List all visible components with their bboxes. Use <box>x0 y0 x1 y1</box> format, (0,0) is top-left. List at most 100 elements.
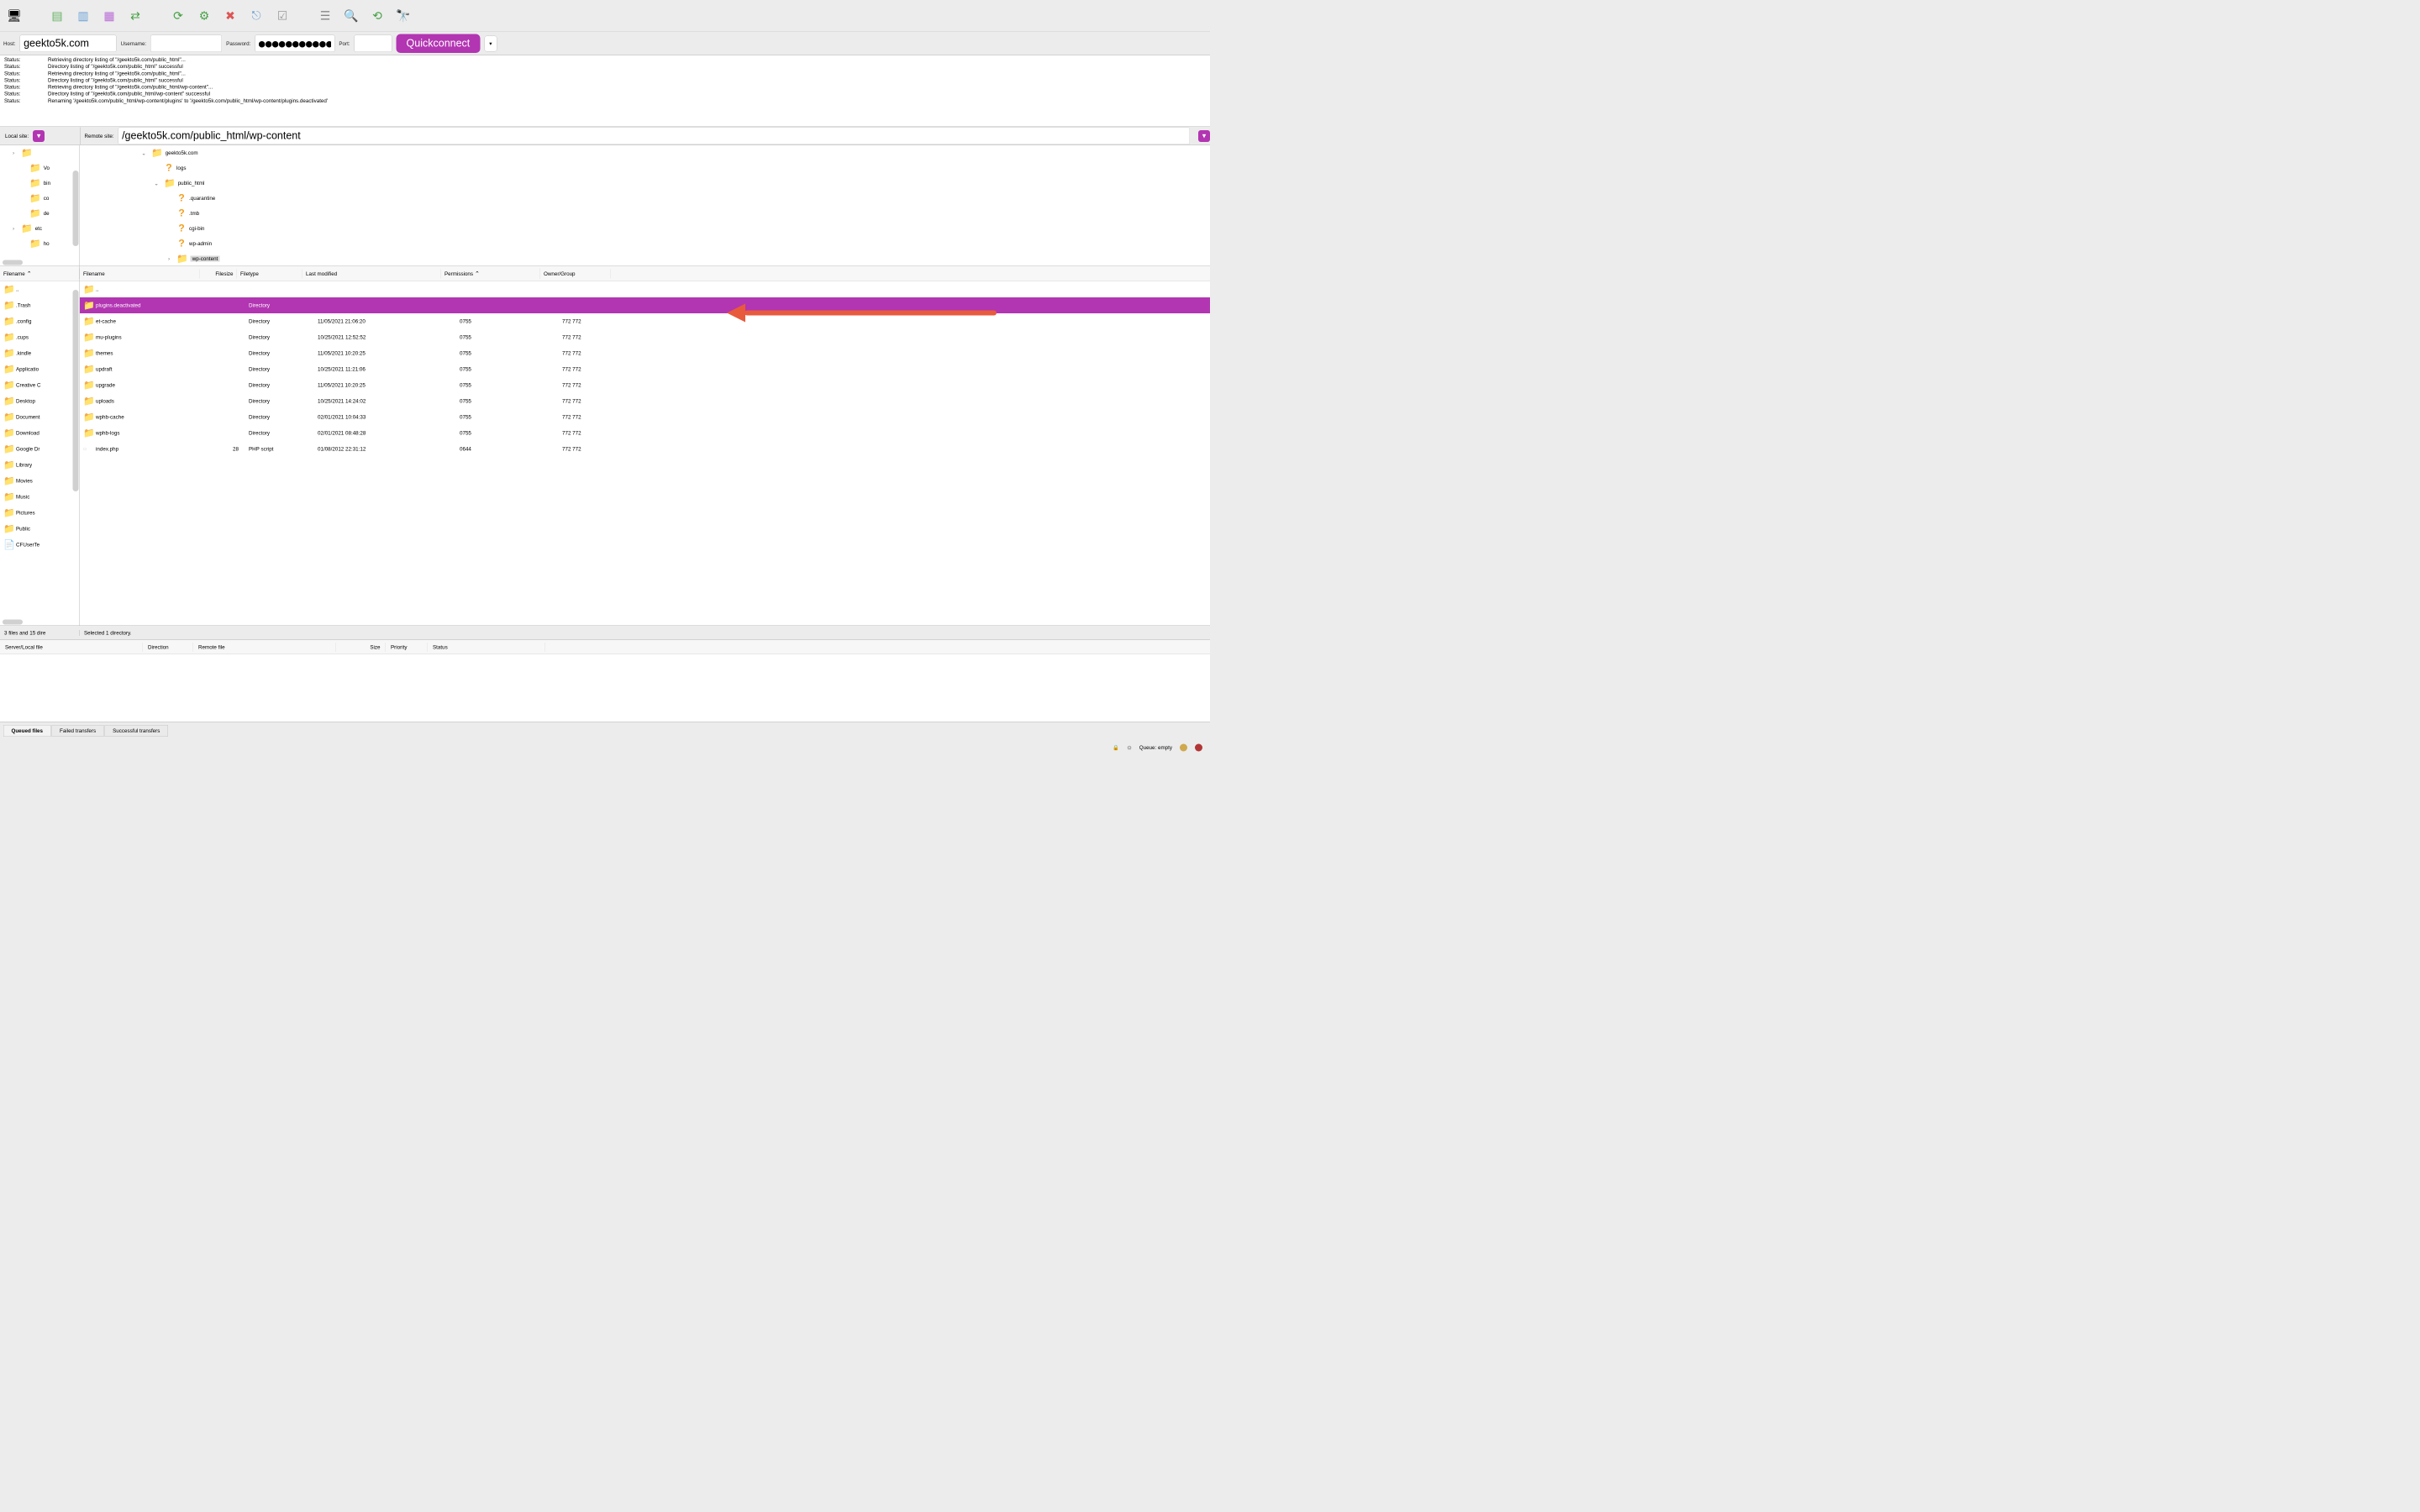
scrollbar-vertical[interactable] <box>73 171 79 246</box>
gear-icon[interactable]: ⚙ <box>1127 744 1132 751</box>
tab-successful-transfers[interactable]: Successful transfers <box>105 725 168 737</box>
list-item[interactable]: 📁Pictures <box>0 505 80 521</box>
table-row[interactable]: 📁themesDirectory11/05/2021 10:20:2507557… <box>80 345 1210 361</box>
scrollbar-horizontal[interactable] <box>3 620 23 625</box>
tree-item[interactable]: ›📁 <box>0 145 80 160</box>
tab-failed-transfers[interactable]: Failed transfers <box>52 725 104 737</box>
quickconnect-button[interactable]: Quickconnect <box>397 34 481 54</box>
tree-item[interactable]: ?wp-admin <box>80 236 1210 251</box>
table-row[interactable]: 📁uploadsDirectory10/25/2021 14:24:020755… <box>80 393 1210 409</box>
log-panel[interactable]: Status:Retrieving directory listing of "… <box>0 55 1210 127</box>
table-row[interactable]: 📁updraftDirectory10/25/2021 11:21:060755… <box>80 361 1210 377</box>
list-item[interactable]: 📁Public <box>0 521 80 537</box>
list-item[interactable]: 📁Creative C <box>0 377 80 393</box>
tree-item[interactable]: ›📁wp-content <box>80 251 1210 266</box>
tree-item[interactable]: 📁bin <box>0 176 80 191</box>
list-item[interactable]: 📄CFUserTe <box>0 537 80 553</box>
toggle-queue-button[interactable]: ▦ <box>100 7 118 25</box>
table-row[interactable]: 📁.. <box>80 281 1210 297</box>
table-row[interactable]: 📁wphb-logsDirectory02/01/2021 08:48:2807… <box>80 425 1210 441</box>
list-item[interactable]: 📁Desktop <box>0 393 80 409</box>
table-row[interactable]: 📁plugins.deactivatedDirectory <box>80 297 1210 313</box>
list-item[interactable]: 📁.config <box>0 313 80 329</box>
table-row[interactable]: 📁wphb-cacheDirectory02/01/2021 10:04:330… <box>80 409 1210 425</box>
list-item[interactable]: 📁Document <box>0 409 80 425</box>
list-item[interactable]: 📁Music <box>0 489 80 505</box>
tree-item[interactable]: ⌄📁public_html <box>80 176 1210 191</box>
tree-item[interactable]: 📁de <box>0 206 80 221</box>
remote-col-owner[interactable]: Owner/Group <box>540 269 611 278</box>
remote-col-filesize[interactable]: Filesize <box>200 269 237 278</box>
table-row[interactable]: 📁upgradeDirectory11/05/2021 10:20:250755… <box>80 377 1210 393</box>
remote-file-list[interactable]: Filename Filesize Filetype Last modified… <box>80 266 1210 626</box>
password-input[interactable] <box>255 35 334 53</box>
local-tree[interactable]: ›📁📁Vo📁bin📁co📁de›📁etc📁ho <box>0 145 80 266</box>
tree-item[interactable]: ?logs <box>80 160 1210 176</box>
queue-col-direction[interactable]: Direction <box>143 643 193 652</box>
list-item[interactable]: 📁.kindle <box>0 345 80 361</box>
server-status-button[interactable]: ☰ <box>316 7 334 25</box>
scrollbar-vertical[interactable] <box>73 290 79 491</box>
remote-path-input[interactable] <box>118 128 1190 145</box>
sync-browse-button[interactable]: ⇄ <box>126 7 145 25</box>
tree-item[interactable]: ⌄📁geekto5k.com <box>80 145 1210 160</box>
tree-item[interactable]: 📁co <box>0 191 80 206</box>
tree-item[interactable]: ?cgi-bin <box>80 221 1210 236</box>
table-row[interactable]: ▫index.php28PHP script01/08/2012 22:31:1… <box>80 441 1210 457</box>
list-item[interactable]: 📁.cups <box>0 329 80 345</box>
compare-button[interactable]: ⟲ <box>368 7 387 25</box>
log-line: Status:Retrieving directory listing of "… <box>4 56 1206 63</box>
find-button[interactable]: 🔍 <box>342 7 360 25</box>
tree-item[interactable]: 📁ho <box>0 236 80 251</box>
binoculars-button[interactable]: 🔭 <box>394 7 413 25</box>
local-file-list[interactable]: Filename⌃ 📁..📁.Trash📁.config📁.cups📁.kind… <box>0 266 80 626</box>
tree-item[interactable]: ?.quarantine <box>80 191 1210 206</box>
tab-queued-files[interactable]: Queued files <box>3 725 51 737</box>
queue-col-serverlocal[interactable]: Server/Local file <box>0 643 143 652</box>
remote-tree[interactable]: ⌄📁geekto5k.com?logs⌄📁public_html?.quaran… <box>80 145 1210 266</box>
toggle-local-tree-button[interactable]: ▥ <box>74 7 92 25</box>
remote-col-filename[interactable]: Filename <box>80 269 200 278</box>
table-row[interactable]: 📁et-cacheDirectory11/05/2021 21:06:20075… <box>80 313 1210 329</box>
quickconnect-dropdown[interactable]: ▾ <box>484 35 497 51</box>
remote-path-dropdown[interactable]: ▾ <box>1198 130 1210 142</box>
refresh-button[interactable]: ⟳ <box>169 7 187 25</box>
queue-col-size[interactable]: Size <box>336 643 386 652</box>
username-input[interactable] <box>150 35 222 53</box>
list-item[interactable]: 📁Google Dr <box>0 441 80 457</box>
tree-item[interactable]: ›📁etc <box>0 221 80 236</box>
list-item[interactable]: 📁.Trash <box>0 297 80 313</box>
tree-item[interactable]: 📁Vo <box>0 160 80 176</box>
site-manager-button[interactable]: 🖥 <box>5 7 24 25</box>
table-row[interactable]: 📁mu-pluginsDirectory10/25/2021 12:52:520… <box>80 329 1210 345</box>
tree-item[interactable]: ?.tmb <box>80 206 1210 221</box>
local-path-dropdown[interactable]: ▾ <box>33 130 45 142</box>
local-file-header[interactable]: Filename⌃ <box>0 266 80 281</box>
queue-col-priority[interactable]: Priority <box>386 643 428 652</box>
queue-body[interactable] <box>0 654 1210 722</box>
lock-icon[interactable]: 🔒 <box>1113 744 1119 751</box>
local-file-body[interactable]: 📁..📁.Trash📁.config📁.cups📁.kindle📁Applica… <box>0 281 80 626</box>
process-button[interactable]: ⚙ <box>195 7 213 25</box>
list-item[interactable]: 📁Applicatio <box>0 361 80 377</box>
remote-col-permissions[interactable]: Permissions⌃ <box>441 269 540 280</box>
queue-header[interactable]: Server/Local file Direction Remote file … <box>0 640 1210 654</box>
reconnect-button[interactable]: ☑ <box>273 7 292 25</box>
list-item[interactable]: 📁.. <box>0 281 80 297</box>
queue-col-status[interactable]: Status <box>428 643 545 652</box>
cancel-button[interactable]: ✖ <box>221 7 239 25</box>
toggle-log-button[interactable]: ▤ <box>48 7 66 25</box>
list-item[interactable]: 📁Movies <box>0 473 80 489</box>
port-input[interactable] <box>355 35 392 53</box>
remote-file-body[interactable]: 📁..📁plugins.deactivatedDirectory📁et-cach… <box>80 281 1210 626</box>
remote-col-filetype[interactable]: Filetype <box>237 269 302 278</box>
disconnect-button[interactable]: ⎋ <box>247 7 266 25</box>
list-item[interactable]: 📁Download <box>0 425 80 441</box>
queue-col-remotefile[interactable]: Remote file <box>193 643 336 652</box>
scrollbar-horizontal[interactable] <box>3 260 23 265</box>
list-item[interactable]: 📁Library <box>0 457 80 473</box>
local-col-filename[interactable]: Filename⌃ <box>0 269 80 280</box>
remote-col-modified[interactable]: Last modified <box>302 269 441 278</box>
host-input[interactable] <box>20 35 117 53</box>
remote-file-header[interactable]: Filename Filesize Filetype Last modified… <box>80 266 1210 281</box>
